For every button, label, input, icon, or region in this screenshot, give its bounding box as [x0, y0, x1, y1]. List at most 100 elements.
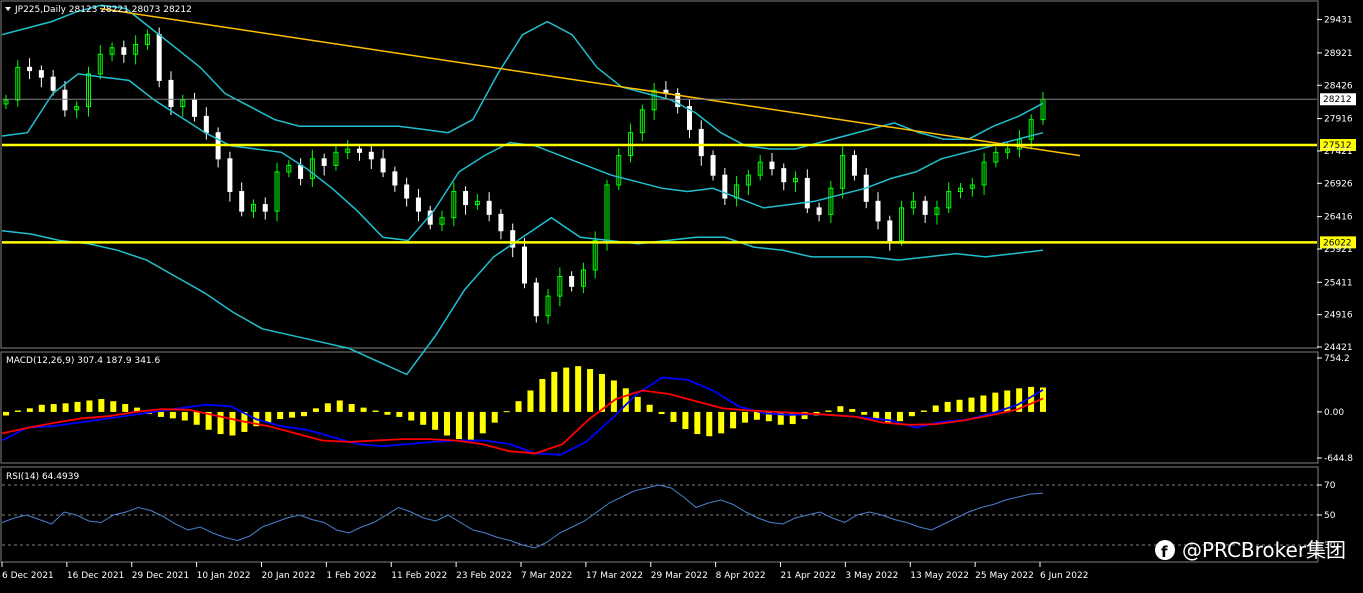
macd-histogram-bar — [110, 401, 117, 412]
candle-body — [357, 148, 363, 153]
date-tick-label: 25 May 2022 — [975, 571, 1034, 581]
macd-histogram-bar — [539, 379, 546, 412]
macd-histogram-bar — [849, 409, 856, 412]
rsi-pane — [1, 484, 1317, 549]
price-tick-label: 28921 — [1324, 49, 1353, 59]
macd-histogram-bar — [432, 411, 439, 430]
macd-histogram-bar — [3, 411, 9, 416]
date-tick-label: 7 Mar 2022 — [521, 571, 572, 581]
last-price-label: 28212 — [1323, 95, 1352, 105]
candle-body — [262, 204, 268, 212]
price-tick-label: 27916 — [1324, 115, 1353, 125]
macd-histogram-bar — [694, 411, 701, 435]
candle-body — [486, 200, 492, 215]
macd-histogram-bar — [300, 411, 307, 417]
price-pane-border — [0, 0, 1319, 349]
price-tick-label: 28426 — [1324, 81, 1353, 91]
resistance-trendline — [99, 7, 1081, 157]
macd-histogram-bar — [289, 411, 296, 418]
candle-body — [522, 246, 527, 284]
macd-tick-label: 754.2 — [1324, 354, 1350, 364]
candle-body — [298, 164, 304, 179]
macd-histogram-bar — [598, 374, 605, 412]
macd-histogram-bar — [980, 395, 987, 412]
macd-histogram-bar — [265, 411, 272, 423]
macd-histogram-bar — [420, 411, 427, 425]
price-tick-label: 24421 — [1324, 343, 1353, 353]
macd-tick-label: -644.8 — [1324, 454, 1353, 464]
candle-body — [769, 161, 775, 170]
facebook-icon: f — [1155, 540, 1175, 561]
date-tick-label: 8 Apr 2022 — [716, 571, 766, 581]
macd-histogram-bar — [706, 411, 713, 437]
macd-histogram-bar — [384, 411, 391, 415]
macd-histogram-bar — [575, 366, 582, 412]
date-tick-label: 13 May 2022 — [910, 571, 969, 581]
rsi-tick-label: 70 — [1324, 481, 1336, 491]
date-tick-label: 29 Mar 2022 — [651, 571, 708, 581]
candle-body — [404, 184, 410, 199]
triangle-down-icon[interactable] — [5, 7, 11, 11]
candle-body — [415, 197, 421, 212]
candle-body — [498, 213, 504, 232]
price-tick-label: 27421 — [1324, 147, 1353, 157]
rsi-line — [1, 484, 1044, 549]
macd-histogram-bar — [169, 411, 176, 419]
candle-body — [38, 70, 44, 78]
date-tick-label: 16 Dec 2021 — [67, 571, 125, 581]
candle-body — [392, 171, 398, 186]
macd-histogram-bar — [360, 407, 367, 412]
date-tick-label: 21 Apr 2022 — [781, 571, 837, 581]
macd-histogram-bar — [670, 411, 677, 422]
macd-histogram-bar — [944, 401, 951, 412]
macd-histogram-bar — [825, 410, 832, 412]
date-tick-label: 23 Feb 2022 — [456, 571, 512, 581]
candle-body — [875, 200, 881, 222]
candle-body — [380, 158, 386, 173]
macd-histogram-bar — [861, 411, 868, 415]
macd-histogram-bar — [396, 411, 403, 417]
candle-body — [804, 177, 810, 209]
macd-histogram-bar — [622, 388, 629, 412]
candle-body — [239, 191, 245, 212]
macd-histogram-bar — [444, 411, 451, 436]
candle-body — [569, 275, 575, 287]
price-tick-label: 26926 — [1324, 179, 1353, 189]
candle-body — [722, 174, 728, 199]
macd-histogram-bar — [587, 369, 594, 412]
candle-body — [816, 207, 822, 215]
macd-header: MACD(12,26,9) 307.4 187.9 341.6 — [6, 356, 161, 366]
date-tick-label: 3 May 2022 — [845, 571, 898, 581]
macd-histogram-bar — [610, 380, 617, 412]
rsi-header: RSI(14) 64.4939 — [6, 472, 79, 482]
date-tick-label: 6 Dec 2021 — [2, 571, 54, 581]
date-tick-label: 10 Jan 2022 — [197, 571, 251, 581]
chart-window: 27512 26022 28212 29431 28921 28426 27916 27421… — [0, 0, 1363, 589]
svg-text:f: f — [1161, 543, 1168, 561]
candle-body — [50, 76, 56, 91]
macd-histogram-bar — [515, 401, 522, 412]
macd-histogram-bar — [324, 403, 331, 412]
macd-histogram-bar — [50, 404, 57, 412]
candle-body — [851, 155, 857, 176]
macd-histogram-bar — [908, 411, 915, 417]
macd-histogram-bar — [551, 371, 558, 412]
macd-histogram-bar — [563, 367, 570, 412]
symbol-header: JP225,Daily 28123 28221 28073 28212 — [14, 5, 192, 15]
macd-histogram-bar — [181, 411, 188, 421]
macd-histogram-bar — [98, 399, 105, 412]
price-pane — [1, 4, 1317, 376]
macd-histogram-bar — [157, 411, 164, 417]
macd-histogram-bar — [229, 411, 236, 436]
macd-histogram-bar — [730, 411, 737, 429]
macd-histogram-bar — [467, 411, 474, 441]
candle-body — [922, 200, 928, 215]
macd-histogram-bar — [634, 396, 641, 412]
macd-histogram-bar — [896, 411, 903, 422]
macd-pane — [1, 366, 1046, 456]
macd-histogram-bar — [479, 411, 486, 434]
candle-body — [887, 220, 893, 242]
macd-histogram-bar — [682, 411, 689, 430]
macd-histogram-bar — [885, 411, 892, 424]
macd-histogram-bar — [491, 411, 498, 423]
